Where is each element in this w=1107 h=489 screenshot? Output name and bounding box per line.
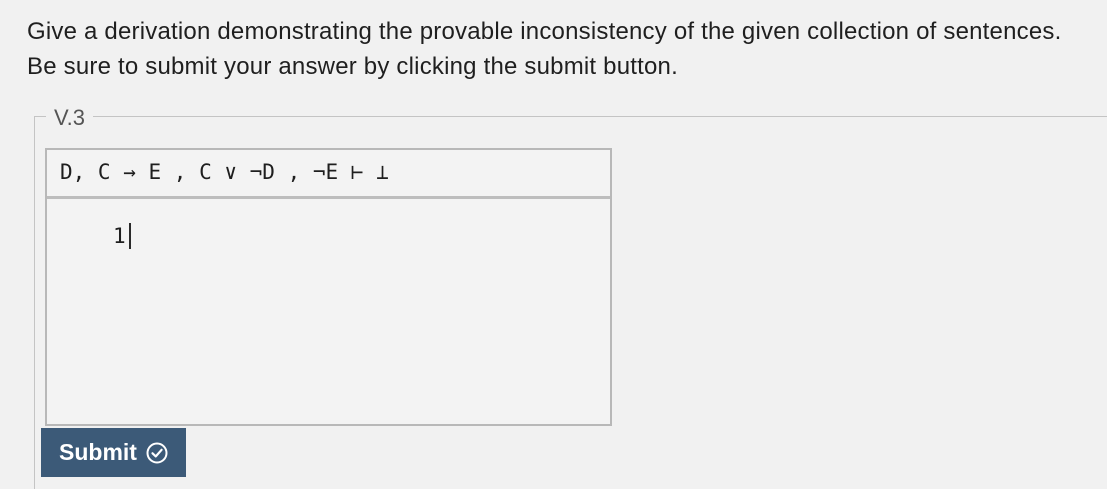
problem-legend: V.3 xyxy=(46,104,94,132)
problem-box: D, C → E , C ∨ ¬D , ¬E ⊢ ⊥ 1 xyxy=(45,148,612,426)
submit-button[interactable]: Submit xyxy=(41,428,186,477)
submit-label: Submit xyxy=(59,439,137,465)
proof-line[interactable]: 1 xyxy=(113,221,131,251)
line-scope-bar xyxy=(128,223,131,249)
proof-editor[interactable]: 1 xyxy=(47,199,610,424)
sequent: D, C → E , C ∨ ¬D , ¬E ⊢ ⊥ xyxy=(47,150,610,199)
line-number: 1 xyxy=(113,224,126,248)
check-circle-icon xyxy=(146,442,168,464)
instructions-text: Give a derivation demonstrating the prov… xyxy=(27,18,1062,80)
